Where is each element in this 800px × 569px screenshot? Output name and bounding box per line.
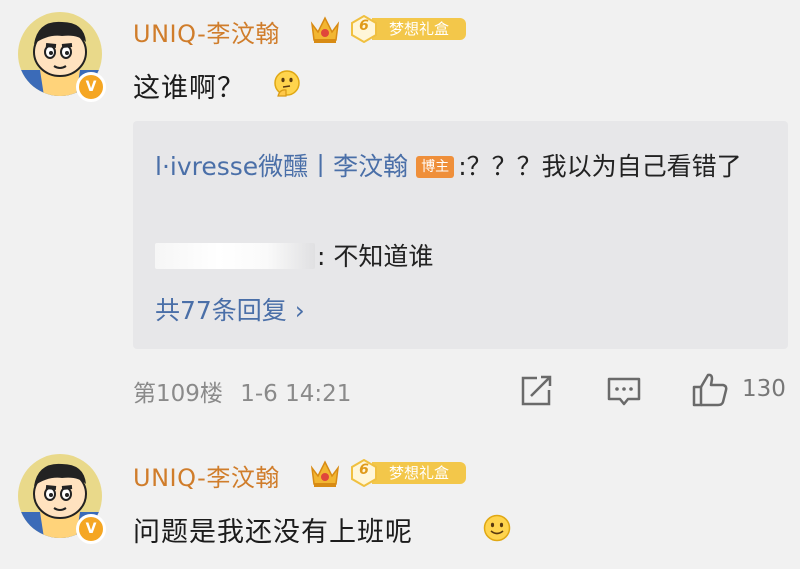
- blogger-tag: 博主: [416, 156, 455, 178]
- comment-text: 这谁啊？: [133, 73, 245, 104]
- vip-badge: 梦想礼盒 6: [350, 14, 468, 44]
- comment-button[interactable]: [604, 370, 644, 410]
- reply-text: : 不知道谁: [317, 242, 434, 271]
- vip-level: 6: [359, 462, 369, 478]
- comment-item: V UNIQ-李汶翰 梦想礼盒 6 这谁啊？ l·ivresse微醺丨李汶翰 博主…: [0, 0, 800, 440]
- comment-icon: [607, 377, 641, 406]
- crown-icon: [310, 16, 340, 43]
- timestamp: 1-6 14:21: [240, 381, 352, 407]
- reply-item: : 不知道谁: [155, 237, 433, 277]
- reply-text: :？？？我以为自己看错了: [458, 152, 742, 181]
- reply-thread[interactable]: l·ivresse微醺丨李汶翰 博主:？？？我以为自己看错了 : 不知道谁 共77…: [133, 121, 788, 349]
- like-button[interactable]: 130: [690, 370, 800, 410]
- vip-badge-label: 梦想礼盒: [372, 18, 466, 40]
- share-icon: [521, 375, 552, 406]
- vip-badge-label: 梦想礼盒: [372, 462, 466, 484]
- comment-item: V UNIQ-李汶翰 梦想礼盒 6 问题是我还没有上班呢: [0, 440, 800, 569]
- vip-level: 6: [359, 18, 369, 34]
- username[interactable]: UNIQ-李汶翰: [133, 14, 280, 49]
- more-replies-link[interactable]: 共77条回复 ›: [155, 293, 305, 329]
- reply-author[interactable]: l·ivresse微醺丨李汶翰: [155, 152, 408, 181]
- username[interactable]: UNIQ-李汶翰: [133, 458, 280, 493]
- comment-text: 问题是我还没有上班呢: [133, 517, 413, 548]
- like-count: 130: [742, 376, 786, 402]
- thinking-face-icon: [274, 70, 300, 97]
- vip-level-icon: 6: [350, 458, 378, 488]
- vip-level-icon: 6: [350, 14, 378, 44]
- share-button[interactable]: [517, 370, 555, 410]
- verified-badge-icon: V: [76, 72, 106, 102]
- reply-item: l·ivresse微醺丨李汶翰 博主:？？？我以为自己看错了: [155, 145, 775, 189]
- smile-face-icon: [483, 514, 511, 542]
- verified-badge-icon: V: [76, 514, 106, 544]
- comment-meta: 第109楼 1-6 14:21: [133, 374, 351, 408]
- vip-badge: 梦想礼盒 6: [350, 458, 468, 488]
- thumbs-up-icon: [692, 373, 728, 407]
- floor-number: 第109楼: [133, 381, 223, 407]
- blurred-username: [155, 243, 315, 269]
- crown-icon: [310, 460, 340, 487]
